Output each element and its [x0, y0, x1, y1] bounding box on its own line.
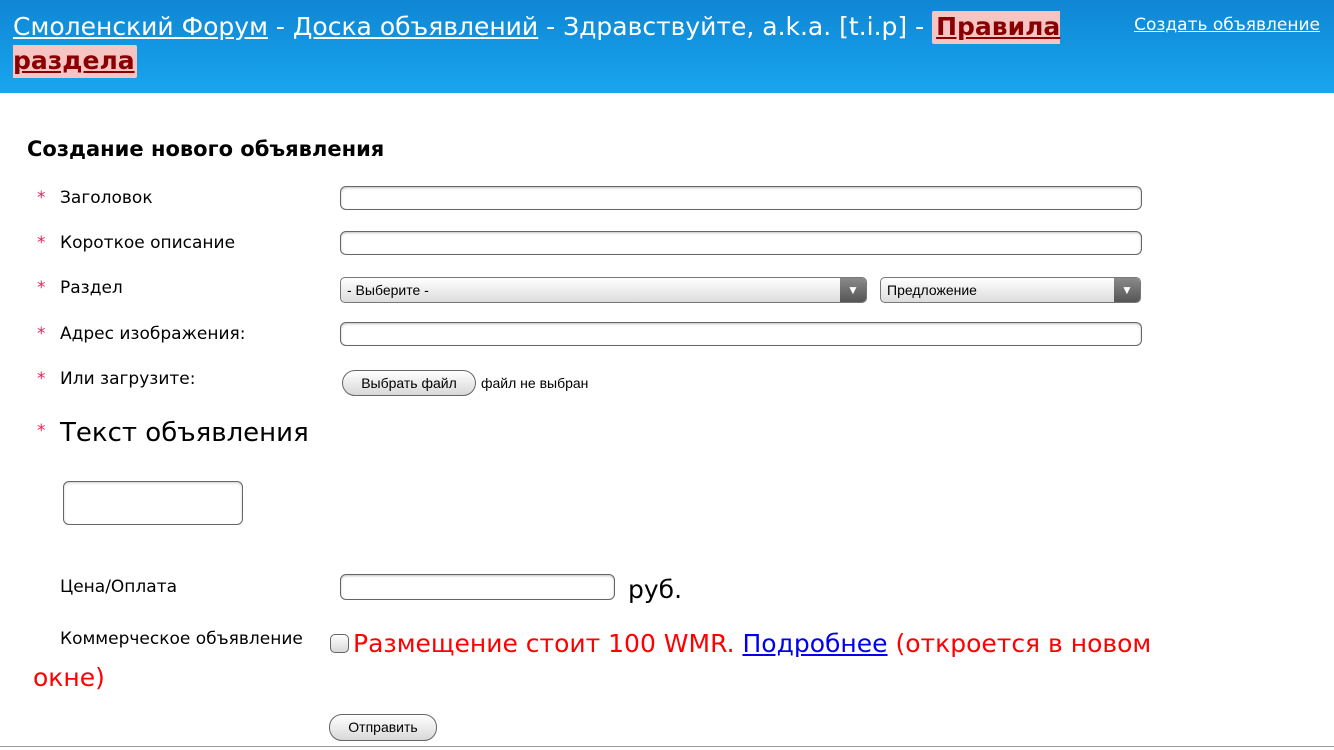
- required-mark: *: [37, 421, 46, 441]
- image-url-label: Адрес изображения:: [60, 324, 246, 344]
- chevron-down-icon: ▼: [1114, 278, 1140, 302]
- section-select-value: - Выберите -: [347, 282, 429, 298]
- create-ad-link[interactable]: Создать объявление: [1134, 15, 1320, 35]
- page-divider: [0, 746, 1334, 747]
- price-input[interactable]: [340, 574, 615, 600]
- commercial-note: Размещение стоит 100 WMR. Подробнее (отк…: [33, 627, 1153, 695]
- greeting-text: - Здравствуйте, a.k.a. [t.i.p] -: [538, 12, 933, 41]
- short-desc-input[interactable]: [340, 231, 1142, 255]
- price-label: Цена/Оплата: [60, 577, 178, 597]
- type-select-value: Предложение: [887, 282, 977, 298]
- image-url-input[interactable]: [340, 322, 1142, 346]
- board-link[interactable]: Доска объявлений: [293, 12, 538, 41]
- price-unit: руб.: [628, 575, 683, 604]
- submit-button[interactable]: Отправить: [329, 714, 437, 741]
- forum-link[interactable]: Смоленский Форум: [13, 12, 268, 41]
- title-label: Заголовок: [60, 188, 153, 208]
- commercial-checkbox[interactable]: [330, 634, 349, 653]
- required-mark: *: [37, 278, 46, 298]
- upload-label: Или загрузите:: [60, 369, 196, 389]
- chevron-down-icon: ▼: [840, 278, 866, 302]
- required-mark: *: [37, 324, 46, 344]
- form-heading: Создание нового объявления: [27, 137, 385, 161]
- required-mark: *: [37, 188, 46, 208]
- type-select[interactable]: Предложение ▼: [880, 277, 1141, 303]
- header-title: Смоленский Форум - Доска объявлений - Зд…: [13, 10, 1093, 78]
- choose-file-button[interactable]: Выбрать файл: [342, 370, 476, 396]
- required-mark: *: [37, 233, 46, 253]
- ad-text-area[interactable]: [63, 481, 243, 525]
- header-separator: -: [267, 12, 293, 41]
- section-label: Раздел: [60, 278, 123, 298]
- commercial-note-text: Размещение стоит 100 WMR.: [353, 629, 743, 658]
- ad-text-label: Текст объявления: [60, 418, 309, 448]
- file-status: файл не выбран: [481, 375, 589, 391]
- details-link[interactable]: Подробнее: [742, 629, 887, 658]
- short-desc-label: Короткое описание: [60, 233, 236, 253]
- section-select[interactable]: - Выберите - ▼: [340, 277, 867, 303]
- title-input[interactable]: [340, 186, 1142, 210]
- header-bar: Смоленский Форум - Доска объявлений - Зд…: [0, 0, 1334, 93]
- required-mark: *: [37, 369, 46, 389]
